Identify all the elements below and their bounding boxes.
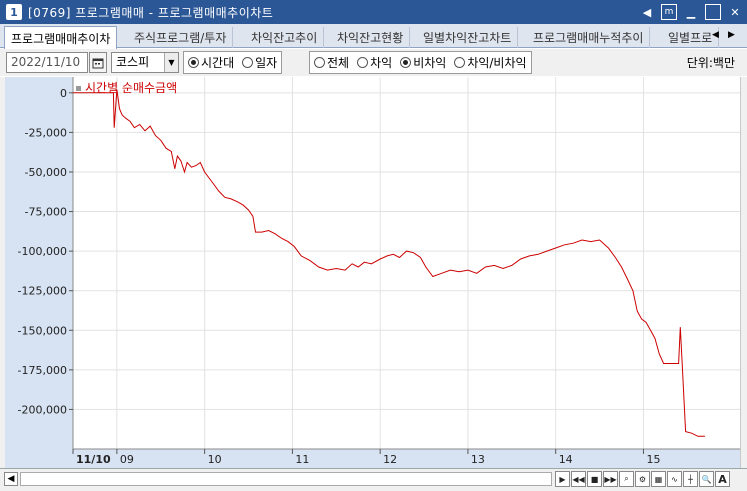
y-tick-label: 0 bbox=[60, 87, 67, 100]
radio-non-arbitrage[interactable]: 비차익 bbox=[400, 54, 446, 71]
y-tick-label: -75,000 bbox=[25, 206, 67, 219]
tab-program-trend-chart[interactable]: 프로그램매매추이차 bbox=[4, 26, 118, 49]
radio-all-label: 전체 bbox=[327, 56, 350, 70]
window-title-bar: 1 [0769] 프로그램매매 - 프로그램매매추이차트 ◀ m ▁ ✕ bbox=[0, 0, 747, 24]
tab-program-cumulative[interactable]: 프로그램매매누적추이 bbox=[527, 27, 651, 48]
legend-swatch bbox=[76, 86, 81, 91]
chevron-down-icon[interactable]: ▼ bbox=[164, 53, 178, 72]
scroll-left-icon[interactable]: ◀ bbox=[4, 472, 18, 486]
y-tick-label: -50,000 bbox=[25, 166, 67, 179]
maximize-icon[interactable] bbox=[705, 4, 721, 20]
window-title: [0769] 프로그램매매 - 프로그램매매추이차트 bbox=[28, 5, 274, 20]
right-edge bbox=[740, 77, 747, 469]
grid-toggle-icon[interactable]: ▦ bbox=[651, 471, 666, 487]
radio-date-indicator bbox=[242, 57, 254, 68]
close-icon[interactable]: ✕ bbox=[727, 4, 743, 20]
tab-stock-program[interactable]: 주식프로그램/투자 bbox=[128, 27, 234, 48]
radio-arbitrage-both-label: 차익/비차익 bbox=[467, 56, 527, 70]
x-axis-panel bbox=[5, 449, 740, 469]
legend-label: 시간별 순매수금액 bbox=[85, 81, 177, 95]
y-tick-label: -175,000 bbox=[18, 364, 67, 377]
y-tick-label: -200,000 bbox=[18, 403, 67, 416]
y-tick-label: -25,000 bbox=[25, 126, 67, 139]
chart-nav-buttons: ▶ ◀◀ ■ ▶▶ ⌕ ⚙ ▦ ∿ ┼ 🔍 A bbox=[555, 471, 730, 487]
window-number-badge: 1 bbox=[6, 4, 22, 20]
y-tick-label: -150,000 bbox=[18, 324, 67, 337]
x-tick-label: 10 bbox=[208, 453, 222, 466]
arrow-left-icon[interactable]: ◀ bbox=[639, 4, 655, 20]
settings-icon[interactable]: ⚙ bbox=[635, 471, 650, 487]
zoom-icon[interactable]: ⌕ bbox=[619, 471, 634, 487]
fast-forward-icon[interactable]: ▶▶ bbox=[603, 471, 618, 487]
chart-area: 0 -25,000 -50,000 -75,000 -100,000 -125,000 -1… bbox=[0, 77, 747, 491]
tab-daily-arbitrage-chart[interactable]: 일별차익잔고차트 bbox=[417, 27, 519, 48]
tab-prev-icon[interactable]: ◀ bbox=[712, 30, 719, 40]
x-tick-label: 13 bbox=[471, 453, 485, 466]
radio-time-label: 시간대 bbox=[201, 56, 235, 70]
tab-arbitrage-balance-status[interactable]: 차익잔고현황 bbox=[331, 27, 411, 48]
rewind-icon[interactable]: ◀◀ bbox=[571, 471, 586, 487]
radio-non-arbitrage-label: 비차익 bbox=[413, 56, 447, 70]
radio-date[interactable]: 일자 bbox=[242, 54, 277, 71]
radio-time[interactable]: 시간대 bbox=[188, 54, 234, 71]
scroll-track[interactable] bbox=[20, 472, 552, 486]
font-size-icon[interactable]: A bbox=[715, 471, 730, 487]
line-chart-icon[interactable]: ∿ bbox=[667, 471, 682, 487]
x-tick-label: 11 bbox=[295, 453, 309, 466]
tab-next-icon[interactable]: ▶ bbox=[728, 30, 735, 40]
radio-all-indicator bbox=[314, 57, 325, 68]
search-icon[interactable]: 🔍 bbox=[699, 471, 714, 487]
tab-daily-program[interactable]: 일별프로 bbox=[662, 27, 720, 48]
minimize-icon[interactable]: ▁ bbox=[683, 4, 699, 20]
horizontal-scrollbar[interactable]: ◀ ▶ ◀◀ ■ ▶▶ ⌕ ⚙ ▦ ∿ ┼ 🔍 A bbox=[0, 468, 747, 488]
x-tick-label: 15 bbox=[646, 453, 660, 466]
radio-time-indicator bbox=[188, 57, 199, 68]
calendar-button[interactable] bbox=[89, 52, 107, 73]
toolbar: 2022/11/10 코스피 ▼ 시간대 일자 전체 차익 비차익 차익/비차익… bbox=[0, 49, 747, 76]
x-tick-label: 12 bbox=[383, 453, 397, 466]
chart-background bbox=[5, 77, 740, 469]
memo-icon[interactable]: m bbox=[661, 4, 677, 20]
type-radio-group: 전체 차익 비차익 차익/비차익 bbox=[309, 51, 532, 74]
radio-arbitrage-both-indicator bbox=[454, 57, 466, 68]
chart-svg[interactable]: 0 -25,000 -50,000 -75,000 -100,000 -125,000 -1… bbox=[5, 77, 740, 469]
x-tick-label: 14 bbox=[559, 453, 573, 466]
x-tick-label: 11/10 bbox=[76, 453, 111, 466]
radio-arbitrage[interactable]: 차익 bbox=[357, 54, 392, 71]
scroll-right-icon[interactable]: ▶ bbox=[555, 471, 570, 487]
y-tick-label: -100,000 bbox=[18, 245, 67, 258]
x-tick-label: 09 bbox=[120, 453, 134, 466]
unit-label: 단위:백만 bbox=[686, 56, 735, 70]
radio-non-arbitrage-indicator bbox=[400, 57, 412, 68]
period-radio-group: 시간대 일자 bbox=[183, 51, 283, 74]
radio-arbitrage-both[interactable]: 차익/비차익 bbox=[454, 54, 527, 71]
radio-all[interactable]: 전체 bbox=[314, 54, 349, 71]
date-input[interactable]: 2022/11/10 bbox=[6, 52, 88, 73]
calendar-icon bbox=[92, 58, 104, 68]
y-tick-label: -125,000 bbox=[18, 285, 67, 298]
radio-arbitrage-indicator bbox=[357, 57, 369, 68]
market-select-value: 코스피 bbox=[116, 55, 150, 69]
tab-arbitrage-balance-trend[interactable]: 차익잔고추이 bbox=[245, 27, 325, 48]
crosshair-icon[interactable]: ┼ bbox=[683, 471, 698, 487]
window-controls: ◀ m ▁ ✕ bbox=[639, 4, 743, 20]
market-select[interactable]: 코스피 ▼ bbox=[111, 52, 179, 73]
tab-strip: 프로그램매매추이차 주식프로그램/투자 차익잔고추이 차익잔고현황 일별차익잔고… bbox=[0, 24, 747, 49]
radio-arbitrage-label: 차익 bbox=[370, 56, 393, 70]
radio-date-label: 일자 bbox=[255, 56, 278, 70]
stop-icon[interactable]: ■ bbox=[587, 471, 602, 487]
